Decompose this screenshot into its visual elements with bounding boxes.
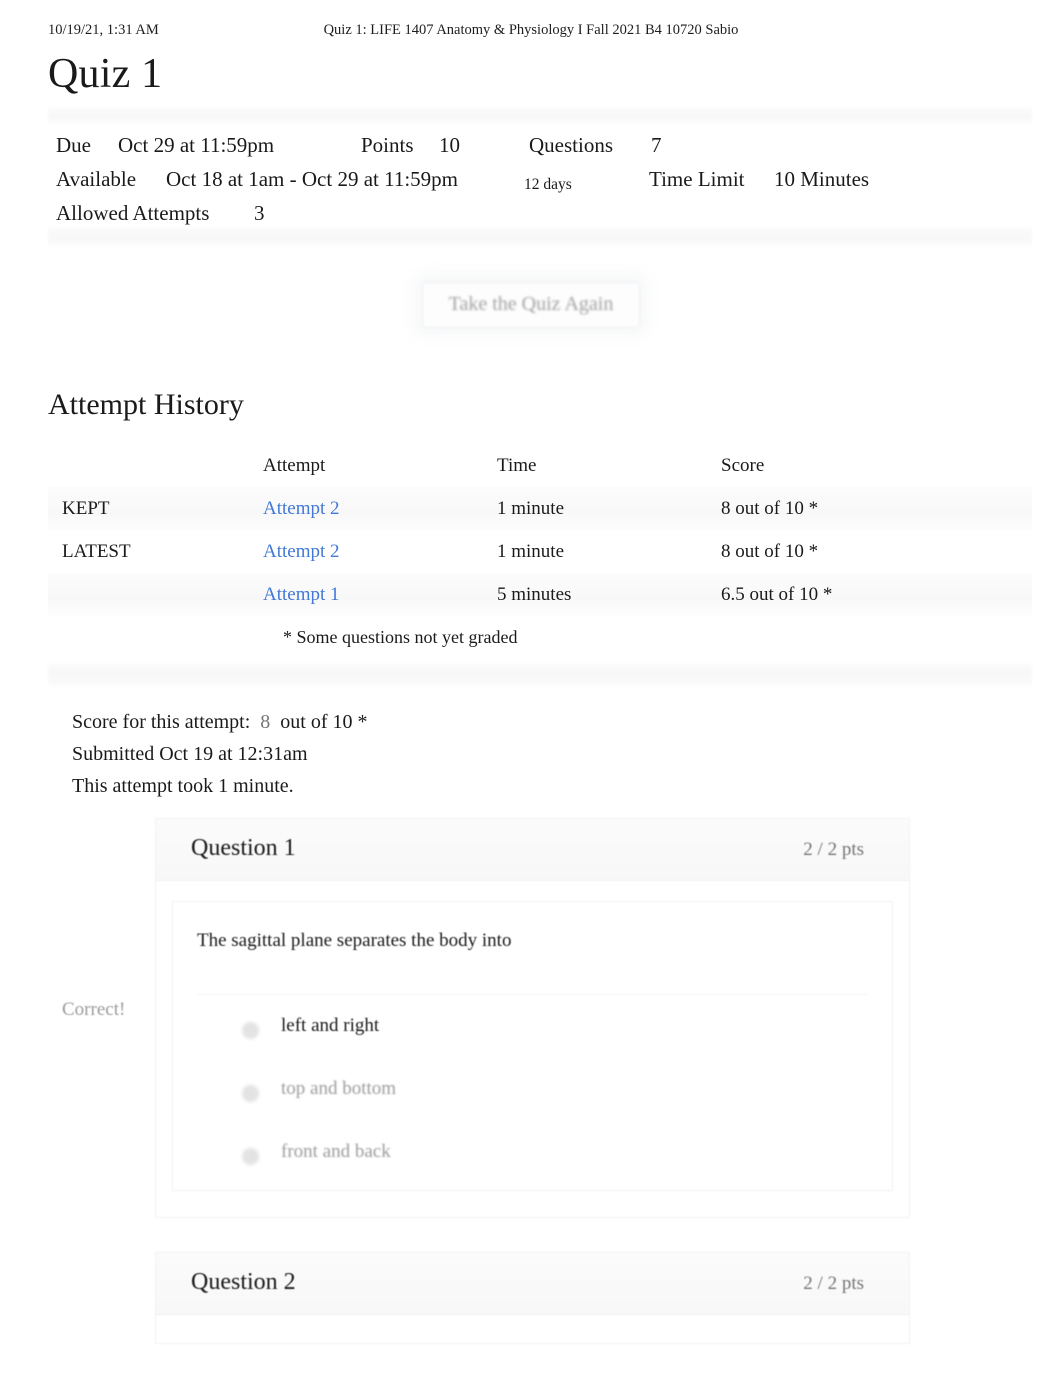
answer-label: front and back — [281, 1141, 391, 1162]
attempt-duration-line: This attempt took 1 minute. — [72, 775, 294, 797]
score-label: Score for this attempt: — [72, 711, 251, 733]
questions-value: 7 — [651, 133, 662, 157]
radio-button-icon[interactable] — [242, 1085, 259, 1102]
column-header-attempt: Attempt — [263, 454, 326, 476]
column-header-time: Time — [497, 454, 537, 476]
attempt-link[interactable]: Attempt 2 — [263, 498, 340, 519]
attempt-cell: Attempt 1 — [263, 573, 497, 616]
points-value: 10 — [439, 133, 460, 157]
attempt-score: 8 out of 10 * — [721, 497, 819, 519]
quiz-details-row-1: Due Oct 29 at 11:59pm Points 10 Question… — [56, 128, 1016, 162]
attempt-status — [48, 573, 263, 616]
answer-feedback-correct: Correct! — [62, 999, 126, 1020]
attempt-score: 6.5 out of 10 * — [721, 583, 833, 605]
divider-top — [48, 108, 1032, 124]
quiz-details: Due Oct 29 at 11:59pm Points 10 Question… — [56, 128, 1016, 230]
table-row: KEPT Attempt 2 1 minute 8 out of 10 * — [48, 487, 1032, 530]
score-suffix: out of 10 * — [280, 711, 368, 733]
attempt-time: 1 minute — [497, 540, 565, 562]
answer-list: left and right top and bottom front and … — [197, 1008, 868, 1197]
allowed-attempts-value: 3 — [254, 201, 265, 225]
print-header: 10/19/21, 1:31 AM Quiz 1: LIFE 1407 Anat… — [0, 22, 1062, 46]
question-points: 2 / 2 pts — [803, 839, 864, 860]
attempt-link[interactable]: Attempt 1 — [263, 584, 340, 605]
answer-label: top and bottom — [281, 1078, 397, 1099]
answer-option[interactable]: front and back — [197, 1134, 868, 1197]
attempt-time: 5 minutes — [497, 583, 572, 605]
take-quiz-again-button[interactable]: Take the Quiz Again — [421, 282, 641, 328]
question-divider — [197, 994, 868, 995]
points-label: Points — [361, 133, 414, 157]
available-label: Available — [56, 167, 137, 191]
question-body-1: The sagittal plane separates the body in… — [172, 901, 893, 1191]
answer-label: left and right — [281, 1015, 380, 1036]
retake-button-container: Take the Quiz Again — [0, 282, 1062, 328]
question-points: 2 / 2 pts — [803, 1273, 864, 1294]
question-title: Question 1 — [191, 835, 296, 861]
attempt-cell: Attempt 2 — [263, 487, 497, 530]
attempt-history-table: Attempt Time Score KEPT Attempt 2 1 minu… — [48, 444, 1032, 616]
quiz-details-row-2: Available Oct 18 at 1am - Oct 29 at 11:5… — [56, 162, 1016, 196]
due-value: Oct 29 at 11:59pm — [118, 133, 275, 157]
print-page-title: Quiz 1: LIFE 1407 Anatomy & Physiology I… — [323, 22, 739, 38]
attempt-link[interactable]: Attempt 2 — [263, 541, 340, 562]
attempt-score: 8 out of 10 * — [721, 540, 819, 562]
table-row: Attempt 1 5 minutes 6.5 out of 10 * — [48, 573, 1032, 616]
available-value: Oct 18 at 1am - Oct 29 at 11:59pm — [166, 167, 458, 191]
answer-option[interactable]: top and bottom — [197, 1071, 868, 1134]
column-header-score: Score — [721, 454, 765, 476]
questions-label: Questions — [529, 133, 613, 157]
time-limit-label: Time Limit — [649, 167, 745, 191]
answer-option[interactable]: left and right — [197, 1008, 868, 1071]
divider-below-meta — [48, 228, 1032, 246]
question-title: Question 2 — [191, 1269, 296, 1295]
score-for-attempt-line: Score for this attempt: 8 out of 10 * — [72, 706, 368, 738]
allowed-attempts-label: Allowed Attempts — [56, 201, 210, 225]
attempt-score-summary: Score for this attempt: 8 out of 10 * Su… — [72, 706, 368, 802]
question-card-2: Question 2 2 / 2 pts — [155, 1252, 910, 1344]
time-limit-value: 10 Minutes — [774, 167, 870, 191]
attempt-status: KEPT — [62, 497, 110, 519]
score-value: 8 — [260, 711, 271, 733]
radio-button-icon[interactable] — [242, 1022, 259, 1039]
due-label: Due — [56, 133, 91, 157]
radio-button-icon[interactable] — [242, 1148, 259, 1165]
table-row: LATEST Attempt 2 1 minute 8 out of 10 * — [48, 530, 1032, 573]
ungraded-footnote: * Some questions not yet graded — [283, 627, 518, 647]
quiz-details-row-3: Allowed Attempts 3 — [56, 196, 1016, 230]
submitted-line: Submitted Oct 19 at 12:31am — [72, 743, 308, 765]
attempt-status: LATEST — [62, 540, 131, 562]
attempt-time: 1 minute — [497, 497, 565, 519]
column-header-status — [48, 444, 263, 487]
question-header-2: Question 2 2 / 2 pts — [156, 1253, 909, 1315]
attempt-history-heading: Attempt History — [48, 388, 244, 421]
question-header-1: Question 1 2 / 2 pts — [156, 819, 909, 881]
question-text: The sagittal plane separates the body in… — [197, 930, 512, 951]
divider-below-history — [48, 664, 1032, 686]
question-card-1: Question 1 2 / 2 pts The sagittal plane … — [155, 818, 910, 1218]
attempt-cell: Attempt 2 — [263, 530, 497, 573]
page-title: Quiz 1 — [48, 51, 163, 97]
table-header-row: Attempt Time Score — [48, 444, 1032, 487]
